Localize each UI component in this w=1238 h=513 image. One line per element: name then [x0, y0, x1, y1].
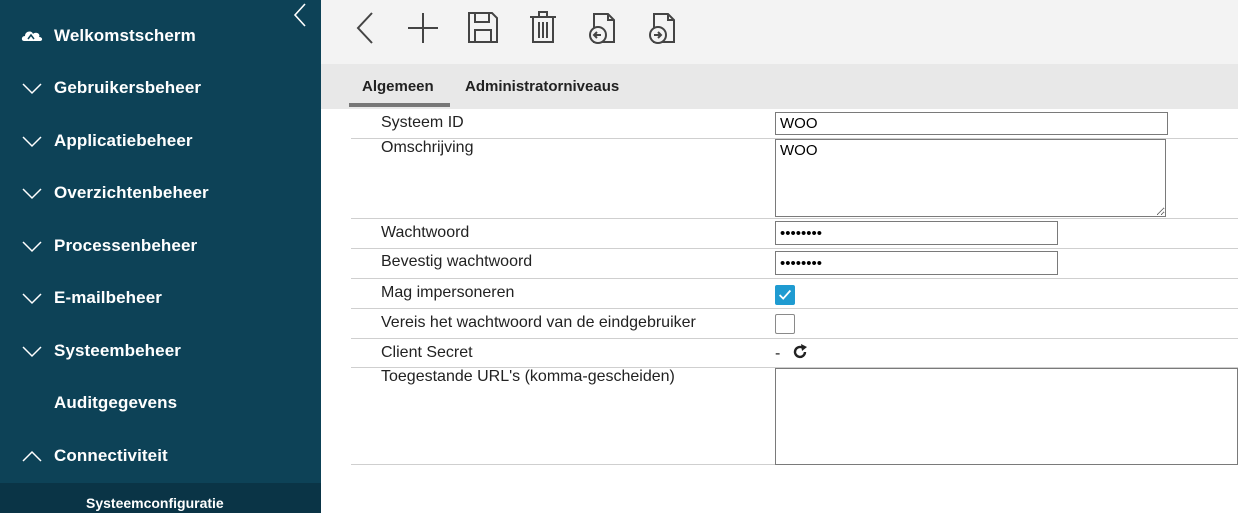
export-icon [649, 13, 675, 44]
chevron-down-icon [22, 188, 42, 200]
may-impersonate-label: Mag impersoneren [381, 284, 515, 301]
form-row-client-secret: Client Secret - [351, 339, 1238, 368]
export-button[interactable] [646, 8, 680, 48]
chevron-down-icon [22, 293, 42, 305]
sidebar-item-processenbeheer[interactable]: Processenbeheer [0, 220, 321, 272]
form-row-allowed-urls: Toegestande URL's (komma-gescheiden) [351, 368, 1238, 465]
regenerate-secret-button[interactable] [791, 343, 809, 361]
tab-administratorniveaus[interactable]: Administratorniveaus [465, 78, 619, 95]
allowed-urls-textarea[interactable] [775, 368, 1238, 465]
add-button[interactable] [406, 8, 440, 48]
sidebar-item-auditgegevens[interactable]: Auditgegevens [0, 377, 321, 429]
sidebar-item-gebruikersbeheer[interactable]: Gebruikersbeheer [0, 62, 321, 114]
sidebar-item-label: Connectiviteit [54, 446, 168, 465]
chevron-down-icon [22, 346, 42, 358]
client-secret-value: - [775, 345, 781, 362]
toolbar [321, 0, 1238, 64]
chevron-down-icon [22, 83, 42, 95]
refresh-icon [793, 344, 807, 359]
confirm-password-label: Bevestig wachtwoord [381, 253, 533, 270]
description-label: Omschrijving [381, 139, 474, 156]
delete-icon [530, 11, 556, 43]
import-icon [589, 13, 615, 44]
sidebar-subnav: Systeemconfiguratie [0, 483, 321, 513]
save-icon [468, 12, 498, 43]
save-button[interactable] [466, 8, 500, 48]
sidebar-item-label: Welkomstscherm [54, 26, 196, 45]
sidebar-item-label: E-mailbeheer [54, 288, 162, 307]
require-user-password-checkbox[interactable] [775, 314, 795, 334]
sidebar-item-overzichtenbeheer[interactable]: Overzichtenbeheer [0, 167, 321, 219]
chevron-up-icon [22, 450, 42, 462]
add-icon [408, 13, 438, 43]
sidebar-item-label: Overzichtenbeheer [54, 183, 209, 202]
sidebar-item-label: Gebruikersbeheer [54, 78, 202, 97]
require-user-password-label: Vereis het wachtwoord van de eindgebruik… [381, 314, 696, 331]
sidebar-item-label: Applicatiebeheer [54, 131, 193, 150]
delete-button[interactable] [526, 8, 560, 48]
sidebar-item-systeembeheer[interactable]: Systeembeheer [0, 325, 321, 377]
password-label: Wachtwoord [381, 224, 470, 241]
sidebar: Welkomstscherm Gebruikersbeheer Applicat… [0, 0, 321, 513]
sidebar-item-welkomstscherm[interactable]: Welkomstscherm [0, 10, 321, 62]
sidebar-item-e-mailbeheer[interactable]: E-mailbeheer [0, 272, 321, 324]
import-button[interactable] [586, 8, 620, 48]
sidebar-subitem-systeemconfiguratie[interactable]: Systeemconfiguratie [86, 495, 224, 511]
confirm-password-input[interactable] [775, 251, 1058, 275]
form-row-password: Wachtwoord [351, 219, 1238, 249]
cloud-icon [21, 31, 43, 41]
tab-bar: Algemeen Administratorniveaus [321, 64, 1238, 109]
chevron-down-icon [22, 136, 42, 148]
sidebar-item-applicatiebeheer[interactable]: Applicatiebeheer [0, 115, 321, 167]
form-row-require-user-password: Vereis het wachtwoord van de eindgebruik… [351, 309, 1238, 339]
back-icon [356, 12, 373, 44]
system-id-input[interactable] [775, 112, 1168, 135]
form-row-description: Omschrijving WOO [351, 139, 1238, 219]
allowed-urls-label: Toegestande URL's (komma-gescheiden) [381, 368, 675, 385]
form-row-may-impersonate: Mag impersoneren [351, 279, 1238, 309]
check-icon [778, 289, 792, 300]
chevron-down-icon [22, 241, 42, 253]
main-content: Algemeen Administratorniveaus Systeem ID… [321, 0, 1238, 513]
sidebar-item-label: Auditgegevens [54, 393, 178, 412]
tab-algemeen[interactable]: Algemeen [362, 78, 434, 95]
form-row-confirm-password: Bevestig wachtwoord [351, 249, 1238, 279]
system-id-label: Systeem ID [381, 114, 464, 131]
sidebar-item-connectiviteit[interactable]: Connectiviteit [0, 430, 321, 482]
sidebar-item-label: Systeembeheer [54, 341, 181, 360]
active-tab-indicator [349, 103, 450, 107]
password-input[interactable] [775, 221, 1058, 245]
description-textarea[interactable]: WOO [775, 139, 1166, 217]
sidebar-item-label: Processenbeheer [54, 236, 198, 255]
form-row-system-id: Systeem ID [351, 109, 1238, 139]
back-button[interactable] [348, 8, 382, 48]
client-secret-label: Client Secret [381, 344, 473, 361]
may-impersonate-checkbox[interactable] [775, 285, 795, 305]
